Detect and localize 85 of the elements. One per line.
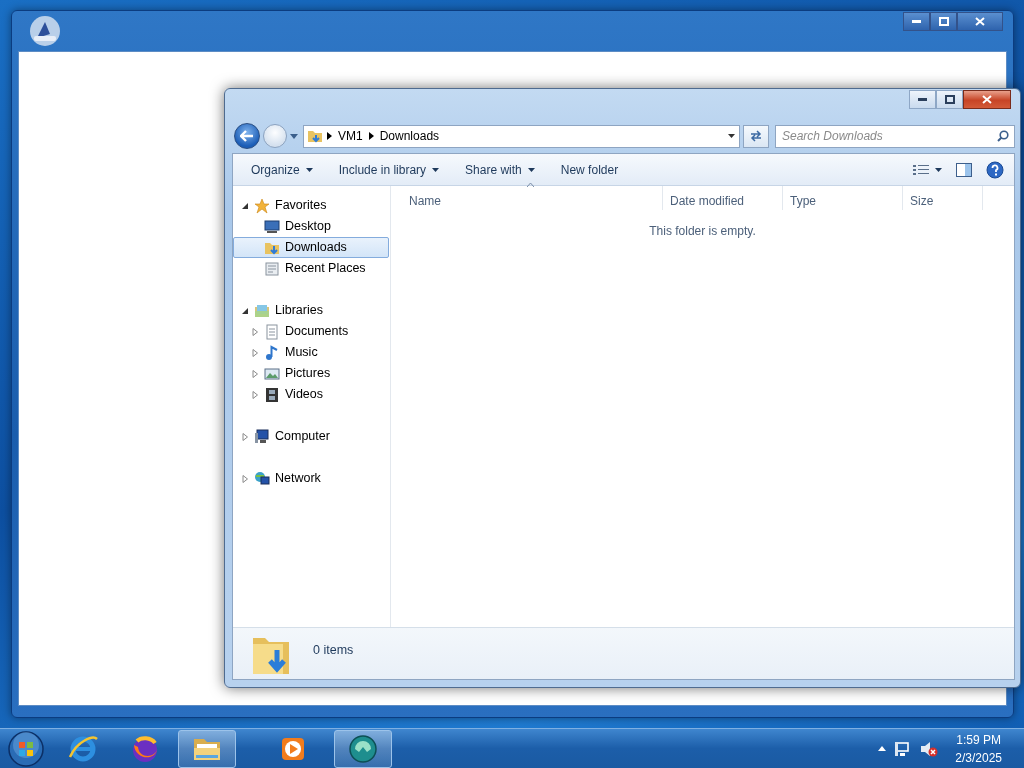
refresh-icon [749, 130, 763, 142]
search-icon [997, 129, 1009, 142]
maximize-button[interactable] [936, 90, 963, 109]
maximize-button[interactable] [930, 12, 957, 31]
tree-item[interactable]: Music [233, 342, 389, 363]
computer-icon [254, 428, 270, 445]
close-button[interactable] [963, 90, 1011, 109]
expand-arrow-icon[interactable] [251, 369, 259, 378]
tree-item[interactable]: Recent Places [233, 258, 389, 279]
minimize-button[interactable] [903, 12, 930, 31]
toolbar-button[interactable]: Organize [241, 156, 323, 183]
tree-item[interactable]: Favorites [233, 195, 389, 216]
close-icon [975, 17, 985, 26]
caret-icon [935, 167, 942, 172]
star-icon [254, 197, 270, 214]
folder-icon [307, 128, 323, 144]
monitor-icon [264, 218, 280, 235]
expand-arrow-icon[interactable] [251, 327, 259, 336]
tree-item[interactable]: Desktop [233, 216, 389, 237]
breadcrumb-item[interactable]: Downloads [377, 127, 442, 145]
tree-item[interactable]: Downloads [233, 237, 389, 258]
item-count: 0 items [313, 642, 354, 659]
help-icon[interactable] [986, 160, 1004, 179]
close-icon [982, 95, 992, 104]
expand-arrow-icon[interactable] [241, 432, 249, 441]
app-icon [28, 14, 62, 48]
collapse-arrow-icon[interactable] [241, 306, 249, 315]
picture-icon [264, 365, 280, 382]
tree-item[interactable]: Documents [233, 321, 389, 342]
taskbar-button[interactable] [178, 729, 236, 768]
toolbar-button[interactable]: New folder [550, 156, 629, 183]
film-icon [264, 386, 280, 403]
minimize-icon [912, 19, 921, 24]
clock-button[interactable]: 1:59 PM 2/3/2025 [947, 730, 1002, 767]
windows-orb-icon [7, 729, 45, 768]
music-note-icon [264, 344, 280, 361]
search-field[interactable]: Search Downloads [775, 124, 1015, 148]
muted-speaker-icon[interactable] [920, 740, 939, 757]
start-button[interactable] [6, 728, 46, 768]
tree-item[interactable]: Computer [233, 426, 389, 447]
history-caret-icon[interactable] [290, 133, 298, 139]
close-button[interactable] [957, 12, 1003, 31]
show-hidden-icons-icon[interactable] [878, 746, 887, 751]
tree-item[interactable]: Libraries [233, 300, 389, 321]
caret-icon [305, 167, 313, 172]
taskbar-button[interactable] [334, 729, 392, 768]
expand-arrow-icon[interactable] [251, 390, 259, 399]
network-icon[interactable] [895, 740, 912, 757]
toolbar-button[interactable]: Include in library [328, 156, 450, 183]
empty-folder-message: This folder is empty. [648, 223, 757, 240]
collapse-arrow-icon[interactable] [241, 201, 249, 210]
column-header[interactable]: Date modified [663, 186, 783, 210]
expand-arrow-icon[interactable] [251, 348, 259, 357]
network-icon [254, 470, 270, 487]
back-button[interactable] [234, 123, 260, 149]
chevron-icon [327, 132, 332, 140]
column-header[interactable]: Size [903, 186, 983, 210]
chevron-icon [368, 132, 374, 140]
address-bar[interactable]: VM1 Downloads [303, 124, 740, 148]
minimize-icon [918, 97, 927, 102]
details-view-icon [913, 163, 929, 176]
tree-item[interactable]: Network [233, 468, 389, 489]
tree-item[interactable]: Videos [233, 384, 389, 405]
preview-pane-icon[interactable] [956, 162, 972, 177]
column-header[interactable]: Name [391, 186, 663, 210]
column-header[interactable]: Type [783, 186, 903, 210]
expand-arrow-icon[interactable] [241, 474, 249, 483]
library-folder-icon [254, 302, 270, 319]
toolbar-button[interactable]: Share with [455, 156, 545, 183]
round-app-icon [347, 732, 379, 765]
caret-icon [728, 134, 735, 138]
caret-icon [432, 167, 440, 172]
back-arrow-icon [240, 130, 254, 142]
tree-item[interactable]: Pictures [233, 363, 389, 384]
view-options-button[interactable] [913, 163, 942, 176]
maximize-icon [938, 17, 949, 26]
document-icon [264, 323, 280, 340]
document-grid-icon [264, 260, 280, 277]
restore-icon [944, 95, 955, 104]
minimize-button[interactable] [909, 90, 936, 109]
caret-icon [527, 167, 535, 172]
breadcrumb-item[interactable]: VM1 [336, 127, 365, 145]
refresh-button[interactable] [743, 124, 769, 148]
clock-date: 2/3/2025 [955, 749, 1002, 767]
clock-time: 1:59 PM [955, 731, 1002, 749]
